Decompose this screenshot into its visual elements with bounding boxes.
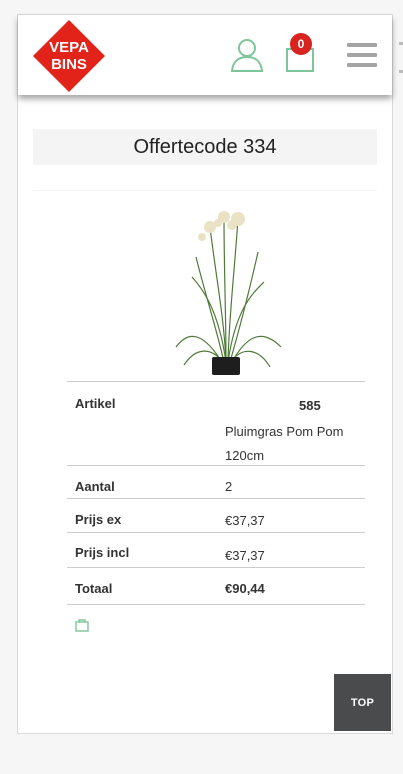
add-to-cart-icon[interactable] — [75, 618, 89, 632]
cart-count-badge: 0 — [290, 33, 312, 55]
offer-details-table: Artikel 585 Pluimgras Pom Pom 120cm Aant… — [67, 381, 365, 605]
edge-artifact — [399, 42, 403, 45]
artikel-label: Artikel — [75, 396, 116, 411]
totaal-value: €90,44 — [225, 581, 265, 596]
table-row-prijs-incl: Prijs incl €37,37 — [67, 532, 365, 567]
totaal-label: Totaal — [75, 581, 113, 596]
prijs-ex-value: €37,37 — [225, 513, 265, 528]
logo-text-line1: VEPA — [49, 39, 89, 56]
logo-text-line2: BINS — [51, 56, 87, 73]
back-to-top-button[interactable]: TOP — [334, 674, 391, 731]
edge-artifact — [399, 70, 403, 73]
divider — [33, 190, 377, 191]
user-account-icon[interactable] — [230, 37, 264, 73]
prijs-incl-value: €37,37 — [225, 548, 265, 563]
cart-button[interactable]: 0 — [282, 33, 322, 73]
vepa-bins-logo[interactable]: VEPA BINS — [32, 19, 106, 93]
page-card: VEPA BINS 0 Offertecode 334 Artikel 585 … — [17, 14, 393, 734]
table-row-prijs-ex: Prijs ex €37,37 — [67, 498, 365, 532]
prijs-ex-label: Prijs ex — [75, 512, 122, 527]
site-header: VEPA BINS 0 — [18, 15, 392, 95]
page-title: Offertecode 334 — [33, 129, 377, 165]
table-row-totaal: Totaal €90,44 — [67, 567, 365, 605]
product-image — [175, 211, 282, 375]
prijs-incl-label: Prijs incl — [75, 545, 130, 560]
table-row-aantal: Aantal 2 — [67, 465, 365, 498]
artikel-name: Pluimgras Pom Pom 120cm — [225, 424, 344, 463]
artikel-code: 585 — [299, 398, 321, 413]
hamburger-menu-icon[interactable] — [347, 43, 377, 67]
aantal-value: 2 — [225, 479, 233, 494]
table-row-artikel: Artikel 585 Pluimgras Pom Pom 120cm — [67, 381, 365, 465]
aantal-label: Aantal — [75, 479, 115, 494]
